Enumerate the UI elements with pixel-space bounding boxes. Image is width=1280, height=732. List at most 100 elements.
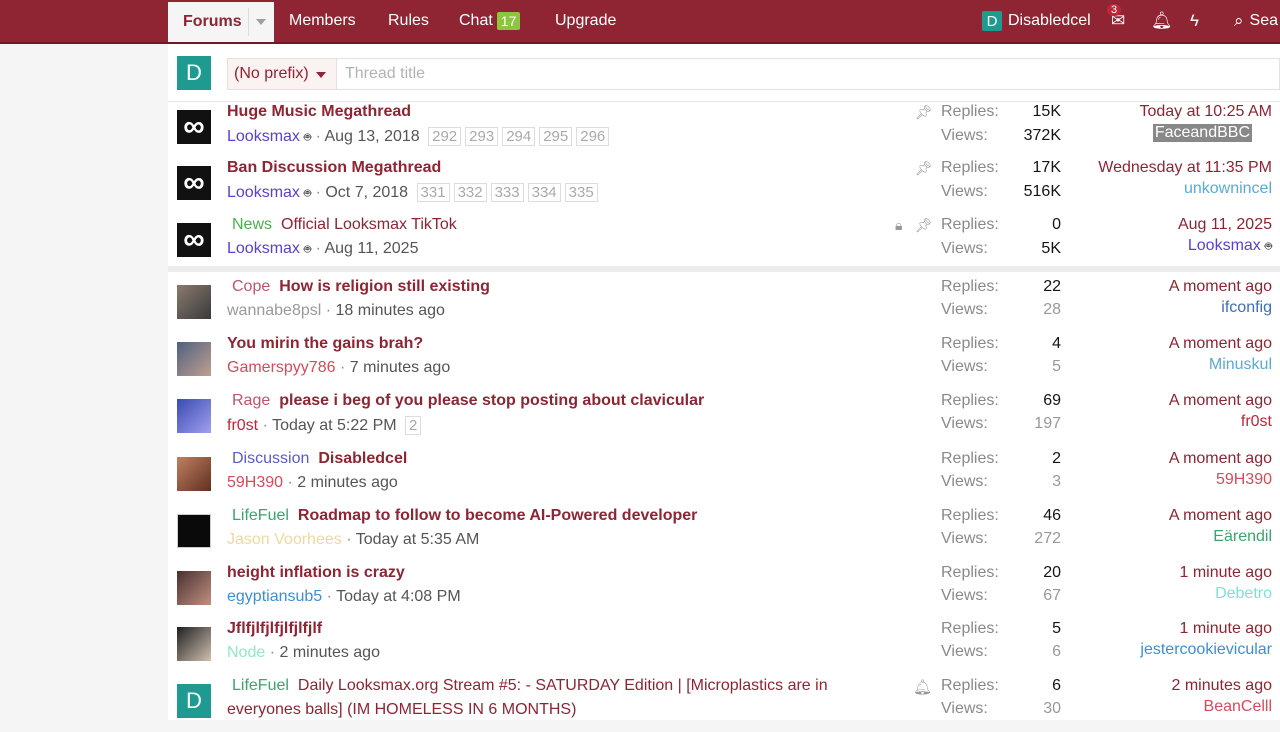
thread-author-avatar[interactable]: ∞	[177, 166, 211, 200]
thread-title[interactable]: Huge Music Megathread	[227, 103, 411, 120]
page-link[interactable]: 335	[564, 183, 598, 202]
page-link[interactable]: 332	[453, 183, 487, 202]
thread-author-avatar[interactable]	[177, 571, 211, 605]
thread-author-avatar[interactable]	[177, 627, 211, 661]
nav-members-tab[interactable]: Members	[289, 0, 356, 42]
page-link[interactable]: 296	[576, 127, 610, 146]
thread-row[interactable]: Jflfjlfjlfjlfjlfjlf Node · 2 minutes ago…	[168, 619, 1280, 675]
last-post-user[interactable]: FaceandBBC	[1152, 124, 1252, 142]
thread-date[interactable]: 18 minutes ago	[336, 302, 445, 319]
thread-title[interactable]: How is religion still existing	[279, 278, 490, 295]
last-post-time[interactable]: Wednesday at 11:35 PM	[1098, 159, 1272, 177]
account-menu[interactable]: D Disabledcel	[982, 0, 1091, 42]
page-link[interactable]: 331	[416, 183, 450, 202]
nav-chat-tab[interactable]: Chat 17	[459, 0, 521, 42]
last-post-user[interactable]: Looksmax	[1188, 237, 1261, 254]
sticky-thread-row[interactable]: ∞ Ban Discussion Megathread Looksmax 🤖︎ ·…	[168, 158, 1280, 214]
last-post-time[interactable]: A moment ago	[1169, 392, 1272, 410]
thread-row[interactable]: Rage please i beg of you please stop post…	[168, 391, 1280, 447]
last-post-time[interactable]: Today at 10:25 AM	[1139, 103, 1272, 121]
thread-row[interactable]: Cope How is religion still existing wanna…	[168, 277, 1280, 333]
last-post-user[interactable]: Debetro	[1179, 585, 1272, 603]
sticky-thread-row[interactable]: ∞ News Official Looksmax TikTok Looksmax 🤖…	[168, 215, 1280, 271]
thread-row[interactable]: height inflation is crazy egyptiansub5 ·…	[168, 563, 1280, 619]
last-post-user[interactable]: unkownincel	[1098, 180, 1272, 198]
last-post-time[interactable]: A moment ago	[1169, 450, 1272, 468]
thread-title[interactable]: height inflation is crazy	[227, 564, 405, 581]
thread-date[interactable]: 2 minutes ago	[297, 474, 398, 491]
page-link[interactable]: 334	[527, 183, 561, 202]
thread-prefix[interactable]: Discussion	[227, 450, 314, 467]
thread-title[interactable]: please i beg of you please stop posting …	[279, 392, 704, 409]
thread-author[interactable]: Looksmax	[227, 128, 300, 145]
last-post-user[interactable]: jestercookievicular	[1140, 641, 1272, 659]
thread-prefix[interactable]: LifeFuel	[227, 677, 294, 694]
thread-date[interactable]: Today at 5:22 PM	[272, 417, 397, 434]
last-post-time[interactable]: A moment ago	[1169, 507, 1272, 525]
thread-author-avatar[interactable]	[177, 514, 211, 548]
last-post-time[interactable]: 1 minute ago	[1179, 564, 1272, 582]
last-post-user[interactable]: ifconfig	[1169, 299, 1272, 317]
page-link[interactable]: 333	[490, 183, 524, 202]
thread-prefix[interactable]: Cope	[227, 278, 275, 295]
thread-author[interactable]: Jason Voorhees	[227, 531, 342, 548]
thread-date[interactable]: Aug 11, 2025	[324, 240, 418, 257]
lightning-icon[interactable]: ϟ	[1190, 0, 1199, 42]
thread-author[interactable]: Looksmax	[227, 184, 300, 201]
thread-author-avatar[interactable]	[177, 342, 211, 376]
last-post-user[interactable]: fr0st	[1169, 413, 1272, 431]
thread-date[interactable]: 7 minutes ago	[350, 359, 451, 376]
nav-forums-tab[interactable]: Forums	[168, 2, 274, 42]
page-link[interactable]: 294	[502, 127, 536, 146]
nav-upgrade-tab[interactable]: Upgrade	[555, 0, 616, 42]
search-button[interactable]: ⌕ Sea	[1234, 0, 1278, 42]
thread-prefix[interactable]: LifeFuel	[227, 507, 294, 524]
thread-title[interactable]: Daily Looksmax.org Stream #5: - SATURDAY…	[298, 677, 828, 694]
thread-title-input[interactable]	[337, 58, 1280, 90]
prefix-select[interactable]: (No prefix)	[227, 58, 337, 90]
thread-prefix[interactable]: Rage	[227, 392, 275, 409]
page-link[interactable]: 2	[405, 416, 422, 435]
thread-title[interactable]: Roadmap to follow to become AI-Powered d…	[298, 507, 697, 524]
thread-row[interactable]: D LifeFuel Daily Looksmax.org Stream #5: …	[168, 676, 1280, 732]
last-post-time[interactable]: 1 minute ago	[1140, 620, 1272, 638]
chevron-down-icon[interactable]	[256, 19, 266, 25]
thread-title-continued[interactable]: everyones balls] (IM HOMELESS IN 6 MONTH…	[227, 701, 576, 719]
last-post-user[interactable]: BeanCelll	[1171, 698, 1272, 716]
thread-date[interactable]: Oct 7, 2018	[325, 184, 408, 201]
thread-date[interactable]: Today at 5:35 AM	[356, 531, 480, 548]
thread-author[interactable]: Gamerspyy786	[227, 359, 336, 376]
thread-date[interactable]: 2 minutes ago	[279, 644, 380, 661]
thread-date[interactable]: Today at 4:08 PM	[336, 588, 461, 605]
thread-author-avatar[interactable]	[177, 457, 211, 491]
thread-author[interactable]: wannabe8psl	[227, 302, 321, 319]
thread-author[interactable]: fr0st	[227, 417, 258, 434]
page-link[interactable]: 292	[428, 127, 462, 146]
page-link[interactable]: 295	[539, 127, 573, 146]
nav-rules-tab[interactable]: Rules	[388, 0, 429, 42]
thread-author-avatar[interactable]	[177, 399, 211, 433]
last-post-time[interactable]: Aug 11, 2025	[1178, 216, 1272, 234]
last-post-time[interactable]: 2 minutes ago	[1171, 677, 1272, 695]
thread-author-avatar[interactable]	[177, 285, 211, 319]
last-post-user[interactable]: Eärendil	[1169, 528, 1272, 546]
thread-row[interactable]: You mirin the gains brah? Gamerspyy786 ·…	[168, 334, 1280, 390]
sticky-thread-row[interactable]: ∞ Huge Music Megathread Looksmax 🤖︎ · Aug…	[168, 102, 1280, 158]
thread-row[interactable]: LifeFuel Roadmap to follow to become AI-P…	[168, 506, 1280, 562]
thread-author-avatar[interactable]: D	[177, 684, 211, 718]
thread-author[interactable]: 59H390	[227, 474, 283, 491]
thread-author[interactable]: Looksmax	[227, 240, 300, 257]
thread-title[interactable]: Ban Discussion Megathread	[227, 159, 441, 176]
thread-author-avatar[interactable]: ∞	[177, 223, 211, 257]
thread-title[interactable]: Official Looksmax TikTok	[281, 216, 457, 233]
thread-author[interactable]: Node	[227, 644, 265, 661]
last-post-time[interactable]: A moment ago	[1169, 335, 1272, 353]
thread-author-avatar[interactable]: ∞	[177, 110, 211, 144]
thread-title[interactable]: Jflfjlfjlfjlfjlfjlf	[227, 620, 322, 637]
thread-prefix[interactable]: News	[227, 216, 277, 233]
thread-row[interactable]: Discussion Disabledcel 59H390 · 2 minutes…	[168, 449, 1280, 505]
bell-icon[interactable]: 🔔︎	[1151, 0, 1173, 42]
thread-title[interactable]: Disabledcel	[318, 450, 407, 467]
last-post-time[interactable]: A moment ago	[1169, 278, 1272, 296]
thread-date[interactable]: Aug 13, 2018	[324, 128, 419, 145]
